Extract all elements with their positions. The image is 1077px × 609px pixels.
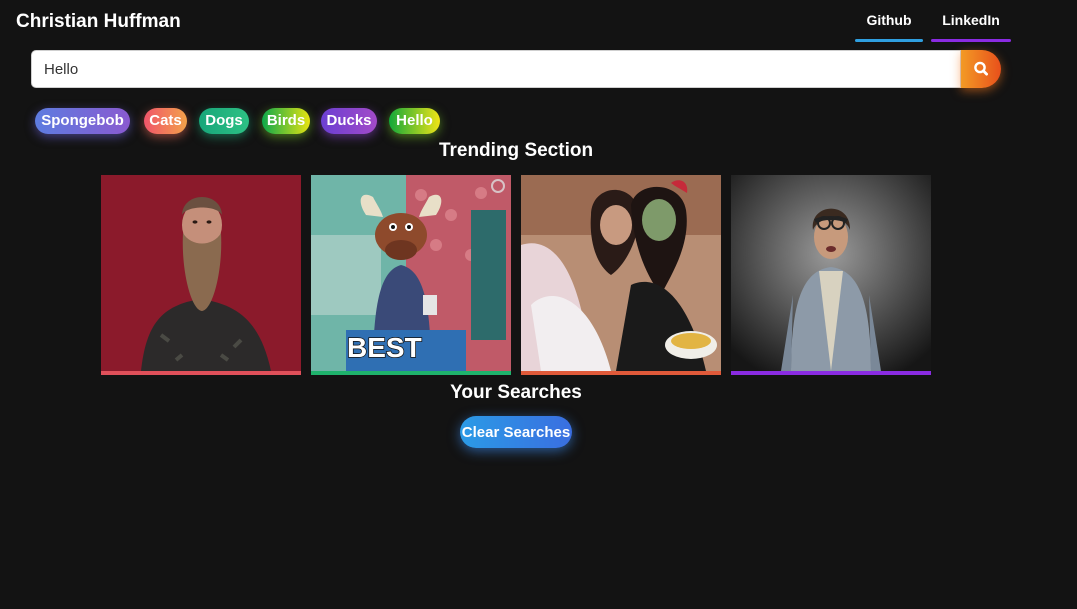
tag-ducks[interactable]: Ducks [321,108,377,134]
trending-section-title: Trending Section [438,140,594,161]
trending-gif-4[interactable] [731,175,931,375]
your-searches-title: Your Searches [450,382,582,403]
app: Christian Huffman Github LinkedIn Sponge… [0,0,1077,609]
tag-cats[interactable]: Cats [144,108,187,134]
clear-searches-button[interactable]: Clear Searches [460,416,572,448]
github-link-label: Github [866,12,912,28]
gif-thumbnail [521,175,721,371]
linkedin-link-label: LinkedIn [942,12,1000,28]
trending-gif-2[interactable]: BEST [311,175,511,375]
search-input[interactable] [31,50,961,88]
gif-thumbnail: BEST [311,175,511,371]
gif-thumbnail [101,175,301,371]
tag-spongebob[interactable]: Spongebob [35,108,130,134]
github-link-underline [855,39,923,42]
gif-caption: BEST [347,332,422,363]
top-nav: Github LinkedIn [0,10,1077,42]
gif-thumbnail [731,175,931,371]
tag-hello[interactable]: Hello [389,108,440,134]
tag-birds[interactable]: Birds [262,108,310,134]
gif-underline [101,371,301,375]
search-button[interactable] [961,50,1001,88]
gif-underline [521,371,721,375]
gif-underline [311,371,511,375]
search-icon [974,61,989,76]
trending-gif-1[interactable] [101,175,301,375]
linkedin-link-underline [931,39,1011,42]
trending-gif-3[interactable] [521,175,721,375]
linkedin-link[interactable]: LinkedIn [931,10,1011,42]
search-bar [31,50,1001,88]
gif-underline [731,371,931,375]
tag-dogs[interactable]: Dogs [199,108,249,134]
github-link[interactable]: Github [855,10,923,42]
